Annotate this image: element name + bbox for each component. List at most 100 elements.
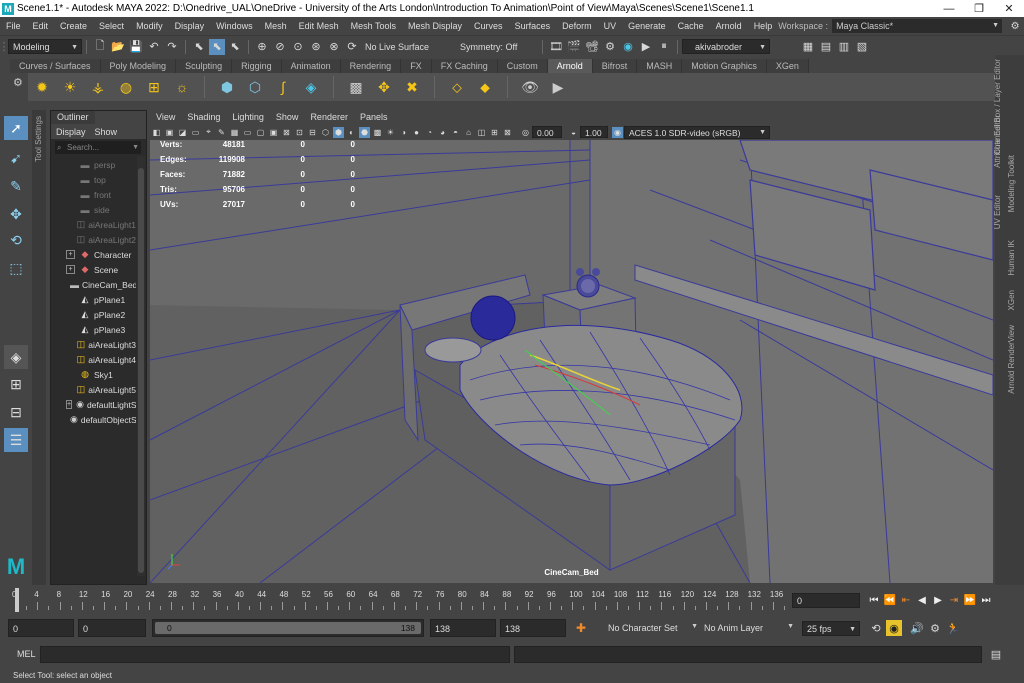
close-button[interactable]: ✕ (994, 2, 1024, 15)
light-manager-icon[interactable]: ⬥ (474, 76, 496, 98)
menu-edit[interactable]: Edit (27, 21, 55, 31)
smooth-shade-icon[interactable]: ⬢ (333, 126, 344, 138)
gamma-field[interactable]: 1.00 (580, 126, 608, 138)
resolution-gate-icon[interactable]: ▢ (255, 127, 266, 138)
workspace-settings-icon[interactable]: ⚙ (1007, 18, 1023, 34)
anim-layer-select[interactable]: No Anim Layer ▼ (704, 623, 796, 633)
menu-surfaces[interactable]: Surfaces (509, 21, 557, 31)
select-component-icon[interactable]: ⬉ (227, 39, 243, 55)
shelf-tab-sculpting[interactable]: Sculpting (176, 59, 233, 73)
make-live-icon[interactable]: ⟳ (344, 39, 360, 55)
paint-select-tool-icon[interactable]: ✎ (4, 174, 28, 198)
2d-pan-zoom-icon[interactable]: ⌖ (203, 127, 214, 138)
expand-icon[interactable]: + (66, 265, 75, 274)
redo-icon[interactable]: ↷ (164, 39, 180, 55)
view-transform-select[interactable]: ACES 1.0 SDR-video (sRGB) (624, 125, 770, 139)
menu-display[interactable]: Display (169, 21, 211, 31)
viewport-3d[interactable]: Verts: 48181 0 0 Edges: 119908 0 0 Faces: 71882 0 0… (150, 140, 993, 583)
color-management-icon[interactable]: ◉ (612, 126, 623, 138)
shelf-tab-xgen[interactable]: XGen (766, 59, 809, 73)
play-forwards-icon[interactable]: ▶ (930, 595, 946, 606)
minimize-button[interactable]: — (934, 3, 964, 15)
shelf-tab-fx-caching[interactable]: FX Caching (431, 59, 498, 73)
menu-edit-mesh[interactable]: Edit Mesh (293, 21, 345, 31)
isolate-select-icon[interactable]: ⌂ (463, 127, 474, 138)
outliner-item[interactable]: ▬ front (51, 187, 136, 202)
range-slider[interactable]: 0 138 (152, 619, 424, 637)
menu-arnold[interactable]: Arnold (710, 21, 748, 31)
physical-sky-icon[interactable]: ☼ (171, 76, 193, 98)
shelf-tab-poly-modeling[interactable]: Poly Modeling (100, 59, 177, 73)
export-standin-icon[interactable]: ⬡ (244, 76, 266, 98)
shelf-tab-curves-surfaces[interactable]: Curves / Surfaces (10, 59, 101, 73)
single-view-layout-icon[interactable]: ◈ (4, 345, 28, 369)
sidebar-toggle-icon-4[interactable]: ▧ (854, 39, 870, 55)
select-tool-icon[interactable]: ➚ (4, 116, 28, 140)
gamma-icon[interactable]: ◒ (568, 127, 579, 138)
search-options-icon[interactable]: ▼ (132, 141, 139, 154)
right-tab-arnold-renderview[interactable]: Arnold RenderView (1007, 325, 1016, 394)
curve-collector-icon[interactable]: ∫ (272, 76, 294, 98)
sidebar-toggle-icon-1[interactable]: ▦ (800, 39, 816, 55)
end-time-field[interactable]: 138 (500, 619, 566, 637)
animation-prefs-icon[interactable]: ⚙ (927, 620, 943, 636)
menu-mesh-display[interactable]: Mesh Display (402, 21, 468, 31)
flush-cache-icon[interactable]: ✥ (373, 76, 395, 98)
menu-generate[interactable]: Generate (622, 21, 672, 31)
render-frame-icon[interactable]: 🎬 (566, 39, 582, 55)
default-material-icon[interactable]: ◐ (346, 127, 357, 138)
tool-settings-tab[interactable]: Tool Settings (32, 110, 46, 585)
image-plane-icon[interactable]: ▭ (190, 127, 201, 138)
snap-surface-icon[interactable]: ⊗ (326, 39, 342, 55)
outliner-tab[interactable]: Outliner (51, 111, 95, 124)
outliner-menu-show[interactable]: Show (90, 127, 122, 137)
shelf-tab-motion-graphics[interactable]: Motion Graphics (682, 59, 767, 73)
range-slider-handle[interactable] (155, 622, 421, 634)
outliner-item[interactable]: +◉defaultLightSet (51, 397, 136, 412)
two-view-layout-icon[interactable]: ⊟ (4, 400, 28, 424)
shelf-tab-arnold[interactable]: Arnold (547, 59, 593, 73)
use-all-lights-icon[interactable]: ☀ (385, 127, 396, 138)
current-frame-marker[interactable] (15, 588, 19, 612)
viewport-menu-lighting[interactable]: Lighting (226, 112, 270, 122)
sidebar-toggle-icon-2[interactable]: ▤ (818, 39, 834, 55)
go-to-end-icon[interactable]: ⏭ (978, 595, 994, 606)
motion-blur-icon[interactable]: ◔ (424, 127, 435, 138)
outliner-scrollbar[interactable] (137, 156, 145, 576)
right-tab-modeling-toolkit[interactable]: Modeling Toolkit (1007, 155, 1016, 212)
viewport-menu-panels[interactable]: Panels (354, 112, 394, 122)
outliner-search-input[interactable]: ⌕ Search... ▼ (55, 140, 141, 154)
field-chart-icon[interactable]: ⊠ (281, 127, 292, 138)
xray-active-components-icon[interactable]: ⊠ (502, 127, 513, 138)
outliner-item[interactable]: ◫ aiAreaLight2 (51, 232, 136, 247)
expand-icon[interactable]: + (66, 400, 73, 409)
grease-pencil-icon[interactable]: ✎ (216, 127, 227, 138)
menu-file[interactable]: File (0, 21, 27, 31)
outliner-item[interactable]: + ◆ Scene (51, 262, 136, 277)
right-tab-human-ik[interactable]: Human IK (1007, 240, 1016, 276)
command-input[interactable] (40, 645, 510, 663)
mesh-light-icon[interactable]: ☀ (59, 76, 81, 98)
safe-action-icon[interactable]: ⊡ (294, 127, 305, 138)
safe-title-icon[interactable]: ⊟ (307, 127, 318, 138)
outliner-item[interactable]: ▬ persp (51, 157, 136, 172)
snap-curve-icon[interactable]: ⊘ (272, 39, 288, 55)
menu-mesh-tools[interactable]: Mesh Tools (345, 21, 402, 31)
arnold-render-icon[interactable]: ▶ (638, 39, 654, 55)
new-scene-icon[interactable]: 🗋 (92, 39, 108, 55)
outliner-menu-display[interactable]: Display (51, 127, 90, 137)
view-render-icon[interactable]: 👁 (519, 76, 541, 98)
render-play-icon[interactable]: ▶ (547, 76, 569, 98)
four-view-layout-icon[interactable]: ⊞ (4, 372, 28, 396)
hypershade-icon[interactable]: ◉ (620, 39, 636, 55)
gate-mask-icon[interactable]: ▣ (268, 127, 279, 138)
menu-mesh[interactable]: Mesh (259, 21, 293, 31)
area-light-icon[interactable]: ✹ (31, 76, 53, 98)
scrollbar-thumb[interactable] (138, 168, 144, 573)
shelf-tab-mash[interactable]: MASH (637, 59, 683, 73)
expand-icon[interactable]: + (66, 250, 75, 259)
camera-attributes-icon[interactable]: ▣ (164, 127, 175, 138)
screen-space-ao-icon[interactable]: ● (411, 127, 422, 138)
outliner-item[interactable]: ▬ top (51, 172, 136, 187)
select-object-icon[interactable]: ⬉ (209, 38, 225, 55)
